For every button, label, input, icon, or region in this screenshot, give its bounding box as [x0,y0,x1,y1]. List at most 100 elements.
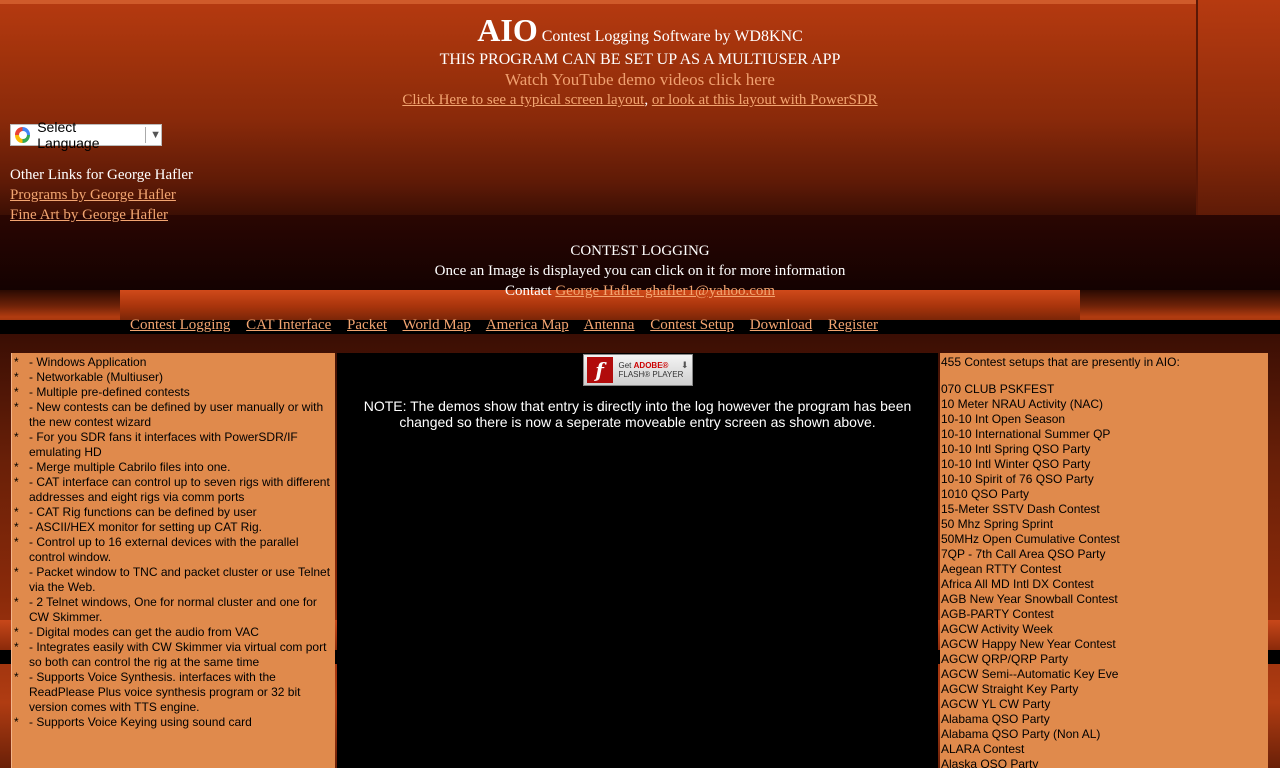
get-flash-player-button[interactable]: f Get ADOBE® FLASH® PLAYER ⬇ [582,354,693,386]
title-aio: AIO [477,12,538,48]
contest-list-item: 10-10 Intl Spring QSO Party [941,442,1091,456]
feature-item: * - Windows Application [14,355,333,370]
chevron-down-icon: ▼ [150,129,161,141]
nav-contest-setup[interactable]: Contest Setup [650,317,734,333]
contest-list-panel[interactable]: 455 Contest setups that are presently in… [940,353,1268,768]
contest-list-item: AGCW Semi--Automatic Key Eve [941,667,1119,681]
layout-links: Click Here to see a typical screen layou… [0,92,1280,109]
contest-list-item: Africa All MD Intl DX Contest [941,577,1094,591]
feature-text: - Integrates easily with CW Skimmer via … [29,640,327,669]
feature-bullet: * [14,475,19,489]
contact-label: Contact [504,283,552,299]
feature-text: - Supports Voice Keying using sound card [29,715,252,729]
contest-list-item: Alaska QSO Party [941,757,1039,768]
feature-item: * - Control up to 16 external devices wit… [14,535,333,565]
nav-antenna[interactable]: Antenna [584,317,635,333]
feature-text: - Networkable (Multiuser) [29,370,164,384]
contest-list-heading: 455 Contest setups that are presently in… [941,355,1180,369]
feature-text: - Merge multiple Cabrilo files into one. [29,460,231,474]
contest-list-item: Aegean RTTY Contest [941,562,1062,576]
nav-register[interactable]: Register [828,317,878,333]
contest-list-item: 1010 QSO Party [941,487,1030,501]
feature-text: - Packet window to TNC and packet cluste… [29,565,331,594]
feature-text: - Control up to 16 external devices with… [29,535,299,564]
image-note: Once an Image is displayed you can click… [434,263,846,279]
feature-text: - Multiple pre-defined contests [29,385,190,399]
feature-item: * - CAT interface can control up to seven… [14,475,333,505]
feature-item: * - Integrates easily with CW Skimmer via… [14,640,333,670]
language-select-label: Select Language [37,119,100,151]
contest-list: 070 CLUB PSKFEST 10 Meter NRAU Activity (… [941,382,1266,768]
language-select[interactable]: Select Language ▼ [10,119,162,151]
nav-world-map[interactable]: World Map [403,317,471,333]
feature-item: * - Merge multiple Cabrilo files into one… [14,460,333,475]
feature-text: - Digital modes can get the audio from V… [29,625,259,639]
contest-list-item: 070 CLUB PSKFEST [941,382,1055,396]
feature-item: * - Networkable (Multiuser) [14,370,333,385]
feature-text: - CAT Rig functions can be defined by us… [29,505,257,519]
language-select-divider [145,127,147,143]
feature-bullet: * [14,355,19,369]
contest-info: CONTEST LOGGING Once an Image is display… [0,241,1280,301]
feature-item: * - Supports Voice Synthesis. interfaces … [14,670,333,715]
feature-item: * - Digital modes can get the audio from … [14,625,333,640]
feature-item: * - Supports Voice Keying using sound car… [14,715,333,730]
nav-packet[interactable]: Packet [347,317,387,333]
feature-bullet: * [14,460,19,474]
screen-layout-link[interactable]: Click Here to see a typical screen layou… [402,92,644,108]
feature-bullet: * [14,595,19,609]
features-panel[interactable]: * - Windows Application * - Networkable (M… [11,353,335,768]
main-nav: Contest Logging CAT Interface Packet Wor… [130,317,890,334]
feature-bullet: * [14,505,19,519]
contest-list-item: ALARA Contest [941,742,1025,756]
contest-list-item: 50 Mhz Spring Sprint [941,517,1054,531]
flash-adobe: ADOBE® [633,361,669,370]
google-icon [15,127,31,143]
feature-bullet: * [14,565,19,579]
feature-text: - CAT interface can control up to seven … [29,475,330,504]
contest-list-item: Alabama QSO Party (Non AL) [941,727,1101,741]
powersdr-layout-link[interactable]: or look at this layout with PowerSDR [652,92,878,108]
feature-bullet: * [14,715,19,729]
flash-badge-text: Get ADOBE® FLASH® PLAYER [619,361,684,379]
feature-bullet: * [14,400,19,414]
feature-bullet: * [14,670,19,684]
feature-item: * - 2 Telnet windows, One for normal clus… [14,595,333,625]
feature-item: * - Multiple pre-defined contests [14,385,333,400]
nav-america-map[interactable]: America Map [486,317,569,333]
contest-list-item: 10-10 Spirit of 76 QSO Party [941,472,1094,486]
demo-panel: f Get ADOBE® FLASH® PLAYER ⬇ NOTE: The d… [337,353,938,768]
feature-item: * - For you SDR fans it interfaces with P… [14,430,333,460]
download-icon: ⬇ [680,360,689,370]
nav-download[interactable]: Download [750,317,813,333]
feature-text: - ASCII/HEX monitor for setting up CAT R… [29,520,262,534]
contest-list-item: AGB-PARTY Contest [941,607,1054,621]
nav-cat-interface[interactable]: CAT Interface [246,317,331,333]
comma: , [644,92,652,108]
contact-line: Contact George Hafler ghafler1@yahoo.com [0,281,1280,301]
contest-list-item: AGCW Activity Week [941,622,1053,636]
contest-list-item: AGB New Year Snowball Contest [941,592,1118,606]
other-links: Other Links for George Hafler Programs b… [10,165,193,225]
nav-contest-logging[interactable]: Contest Logging [130,317,230,333]
contest-list-item: 15-Meter SSTV Dash Contest [941,502,1100,516]
contest-list-item: 10-10 International Summer QP [941,427,1111,441]
contest-list-item: AGCW QRP/QRP Party [941,652,1069,666]
contact-email-link[interactable]: George Hafler ghafler1@yahoo.com [555,283,775,299]
feature-bullet: * [14,370,19,384]
other-links-heading: Other Links for George Hafler [10,167,193,183]
fine-art-link[interactable]: Fine Art by George Hafler [10,207,168,223]
feature-bullet: * [14,535,19,549]
contest-list-item: 10 Meter NRAU Activity (NAC) [941,397,1104,411]
contest-list-item: 10-10 Int Open Season [941,412,1066,426]
flash-logo-icon: f [586,357,613,383]
feature-text: - Windows Application [29,355,147,369]
demo-note: NOTE: The demos show that entry is direc… [363,398,912,430]
feature-text: - For you SDR fans it interfaces with Po… [29,430,298,459]
youtube-demo-link[interactable]: Watch YouTube demo videos click here [0,70,1280,90]
title-rest: Contest Logging Software by WD8KNC [541,28,803,45]
page-header: AIO Contest Logging Software by WD8KNC T… [0,12,1280,109]
multiuser-notice: THIS PROGRAM CAN BE SET UP AS A MULTIUSE… [439,51,841,68]
programs-link[interactable]: Programs by George Hafler [10,187,176,203]
contest-list-item: 7QP - 7th Call Area QSO Party [941,547,1106,561]
